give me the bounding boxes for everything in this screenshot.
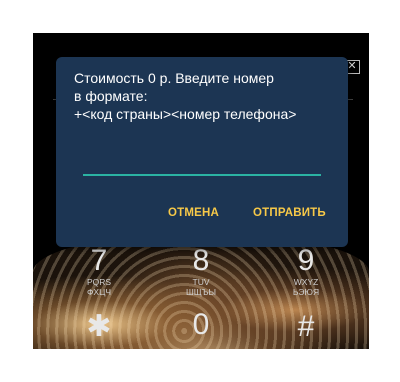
- keypad-key-9[interactable]: 9 WXYZ ЬЭЮЯ: [276, 244, 336, 298]
- send-button[interactable]: ОТПРАВИТЬ: [253, 207, 326, 219]
- key-letters-latin: PQRS: [86, 277, 112, 287]
- key-letters-cyrillic: ШЩЪЫ: [185, 287, 216, 297]
- dialog-message-line: +<код страны><номер телефона>: [74, 106, 297, 122]
- key-digit: 9: [297, 244, 315, 277]
- phone-number-input[interactable]: [83, 174, 321, 176]
- key-letters-latin: WXYZ: [293, 277, 319, 287]
- key-letters-cyrillic: ФХЦЧ: [86, 287, 112, 297]
- dialog-message-line: Стоимость 0 р. Введите номер: [74, 70, 274, 86]
- dialog-message-line: в формате:: [74, 88, 148, 104]
- key-digit: 8: [192, 244, 210, 277]
- key-digit: 0: [192, 308, 210, 341]
- keypad-key-0[interactable]: 0: [171, 309, 231, 341]
- ussd-dialog: Стоимость 0 р. Введите номер в формате: …: [56, 57, 348, 247]
- key-digit: 7: [90, 244, 108, 277]
- dialog-message: Стоимость 0 р. Введите номер в формате: …: [74, 69, 342, 123]
- keypad-key-hash[interactable]: #: [276, 311, 336, 343]
- keypad-key-7[interactable]: 7 PQRS ФХЦЧ: [69, 244, 129, 298]
- keypad-key-star[interactable]: ✱: [69, 311, 129, 343]
- keypad-key-8[interactable]: 8 TUV ШЩЪЫ: [171, 244, 231, 298]
- cancel-button[interactable]: ОТМЕНА: [168, 207, 219, 219]
- key-letters-cyrillic: ЬЭЮЯ: [292, 287, 320, 297]
- key-digit: #: [297, 310, 315, 343]
- key-digit: ✱: [86, 310, 112, 343]
- key-letters-latin: TUV: [192, 277, 210, 287]
